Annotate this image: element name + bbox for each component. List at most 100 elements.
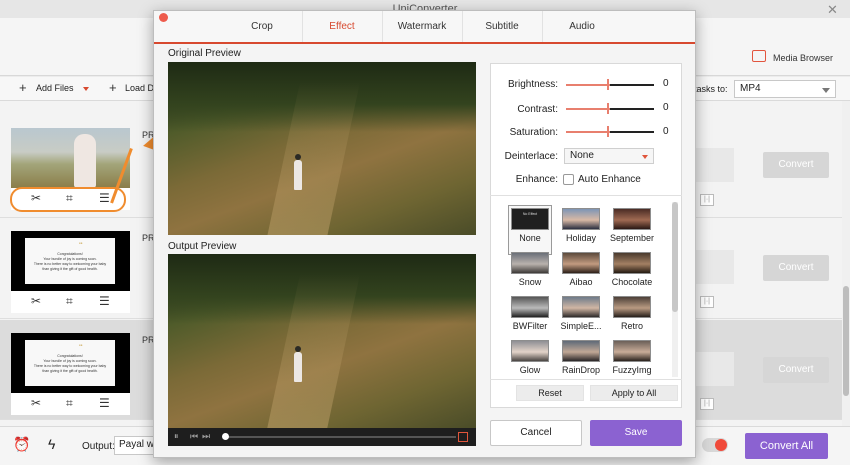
convert-button[interactable]: Convert (763, 357, 829, 383)
panel-divider (490, 379, 682, 380)
slider-knob[interactable] (607, 103, 609, 114)
contrast-label: Contrast: (517, 104, 558, 115)
filter-bwfilter-thumb[interactable] (511, 296, 549, 318)
filter-chocolate-thumb[interactable] (613, 252, 651, 274)
filter-september-thumb[interactable] (613, 208, 651, 230)
tasks-to-label: tasks to: (694, 84, 728, 94)
alarm-clock-icon[interactable]: ⏰ (13, 436, 30, 453)
convert-button[interactable]: Convert (763, 255, 829, 281)
thumbnail-logo: ●● (79, 343, 83, 347)
brightness-slider[interactable] (566, 79, 654, 90)
saturation-slider[interactable] (566, 126, 654, 137)
add-files-icon[interactable]: + (19, 80, 27, 95)
dialog-close-button[interactable] (159, 13, 168, 22)
play-pause-icon[interactable]: ⏸ (174, 431, 179, 442)
tab-subtitle[interactable]: Subtitle (462, 21, 542, 32)
toggle-knob (715, 439, 727, 451)
effect-icon[interactable]: ☰ (99, 294, 110, 308)
output-format-select[interactable]: MP4 (734, 80, 836, 98)
compare-icon[interactable]: |·| (700, 398, 714, 410)
filter-scroll-thumb[interactable] (672, 202, 678, 312)
cancel-button[interactable]: Cancel (490, 420, 582, 446)
saturation-label: Saturation: (509, 127, 558, 138)
effect-icon[interactable]: ☰ (99, 396, 110, 410)
player-controls: ⏸ ⏮ ⏭ (168, 428, 476, 446)
filter-fuzzyimg-thumb[interactable] (613, 340, 651, 362)
chevron-down-icon (642, 155, 648, 159)
auto-enhance-label[interactable]: Auto Enhance (578, 174, 641, 185)
add-files-dropdown-icon[interactable] (83, 87, 89, 91)
deinterlace-label: Deinterlace: (504, 151, 558, 162)
add-files-button[interactable]: Add Files (36, 83, 74, 93)
output-preview-label: Output Preview (168, 241, 237, 252)
brightness-label: Brightness: (507, 79, 558, 90)
dialog-tabs: Crop Effect Watermark Subtitle Audio (154, 11, 695, 44)
thumbnail-logo: ●● (79, 241, 83, 245)
crop-icon[interactable]: ⌗ (66, 396, 73, 411)
scroll-thumb[interactable] (843, 286, 849, 396)
filter-snow-thumb[interactable] (511, 252, 549, 274)
brightness-value: 0 (663, 78, 669, 89)
highlight-ring (10, 187, 126, 212)
save-button[interactable]: Save (590, 420, 682, 446)
filter-retro-thumb[interactable] (613, 296, 651, 318)
thumbnail-card: ●● Congratulations! Your bundle of joy i… (25, 238, 115, 284)
saturation-value: 0 (663, 126, 669, 137)
filter-glow-thumb[interactable] (511, 340, 549, 362)
filter-holiday-thumb[interactable] (562, 208, 600, 230)
fullscreen-icon[interactable] (458, 432, 468, 442)
enhance-label: Enhance: (515, 174, 558, 185)
slider-knob[interactable] (607, 79, 609, 90)
filter-chocolate-label[interactable]: Chocolate (602, 277, 662, 287)
prev-frame-icon[interactable]: ⏮ (190, 431, 198, 442)
tab-audio[interactable]: Audio (542, 21, 622, 32)
contrast-slider[interactable] (566, 103, 654, 114)
load-dvd-icon[interactable]: + (109, 80, 117, 95)
filter-fuzzyimg-label[interactable]: FuzzyImg (602, 365, 662, 375)
compare-icon[interactable]: |·| (700, 194, 714, 206)
contrast-value: 0 (663, 102, 669, 113)
tab-crop[interactable]: Crop (222, 21, 302, 32)
deinterlace-select[interactable]: None (564, 148, 654, 164)
window-close-icon[interactable]: ✕ (827, 2, 838, 18)
tab-effect[interactable]: Effect (302, 21, 382, 32)
chevron-down-icon (822, 88, 830, 93)
original-preview-label: Original Preview (168, 48, 241, 59)
filter-september-label[interactable]: September (602, 233, 662, 243)
timeline-track[interactable] (224, 436, 456, 438)
video-thumbnail[interactable]: ●● Congratulations! Your bundle of joy i… (11, 333, 130, 393)
filter-raindrop-thumb[interactable] (562, 340, 600, 362)
reset-button[interactable]: Reset (516, 385, 584, 401)
list-scrollbar[interactable] (842, 101, 850, 426)
media-browser-icon[interactable] (752, 50, 766, 62)
timeline-handle[interactable] (222, 433, 229, 440)
output-label: Output: (82, 441, 115, 452)
output-format-value: MP4 (740, 83, 761, 94)
output-folder-field[interactable]: Payal wo (114, 436, 158, 455)
filter-simpleelegant-thumb[interactable] (562, 296, 600, 318)
trim-icon[interactable]: ✂ (31, 396, 41, 410)
convert-all-button[interactable]: Convert All (745, 433, 828, 459)
thumbnail-line: than giving it the gift of good health. (42, 267, 98, 271)
filter-none-thumb[interactable]: No Effect (511, 208, 549, 230)
lightning-icon[interactable]: ϟ (48, 436, 55, 452)
crop-icon[interactable]: ⌗ (66, 294, 73, 309)
filter-retro-label[interactable]: Retro (602, 321, 662, 331)
merge-toggle[interactable] (702, 438, 728, 452)
trim-icon[interactable]: ✂ (31, 294, 41, 308)
video-thumbnail[interactable] (11, 128, 130, 188)
slider-knob[interactable] (607, 126, 609, 137)
filter-scrollbar[interactable] (672, 202, 678, 377)
media-browser-label[interactable]: Media Browser (773, 53, 833, 63)
filter-none-thumb-text: No Effect (522, 212, 538, 216)
auto-enhance-checkbox[interactable] (563, 174, 574, 185)
edit-icons: ✂ ⌗ ☰ (11, 291, 130, 313)
tab-watermark[interactable]: Watermark (382, 21, 462, 32)
apply-to-all-button[interactable]: Apply to All (590, 385, 678, 401)
filter-aibao-thumb[interactable] (562, 252, 600, 274)
compare-icon[interactable]: |·| (700, 296, 714, 308)
deinterlace-value: None (570, 150, 594, 161)
video-thumbnail[interactable]: ●● Congratulations! Your bundle of joy i… (11, 231, 130, 291)
convert-button[interactable]: Convert (763, 152, 829, 178)
next-frame-icon[interactable]: ⏭ (202, 431, 210, 442)
